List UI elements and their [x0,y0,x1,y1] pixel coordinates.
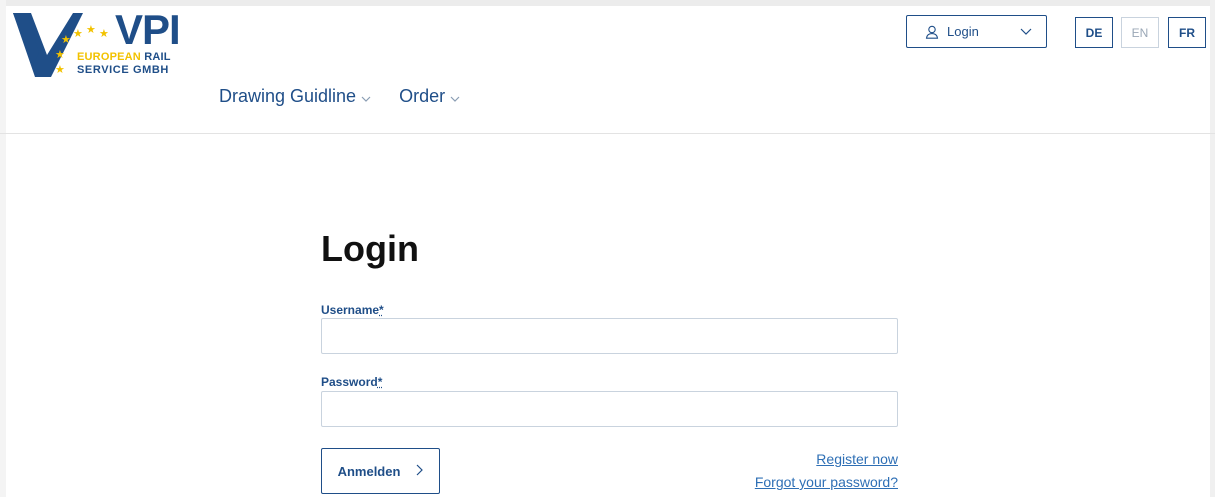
chevron-down-icon [1020,28,1032,35]
nav-item-order[interactable]: Order [399,86,460,107]
username-input[interactable] [321,318,898,354]
anmelden-button[interactable]: Anmelden [321,448,440,494]
logo-star-icon: ★ [61,34,71,46]
logo-star-icon: ★ [86,24,96,36]
login-dropdown-label: Login [947,24,979,39]
logo-tagline-line1: EUROPEAN RAIL [77,51,171,63]
main-nav: Drawing Guidline Order [219,86,460,107]
site-header: ★ ★ ★ ★ ★ ★ VPI EUROPEAN RAIL SERVICE GM… [0,0,1215,134]
logo-tagline-line2: SERVICE GMBH [77,64,169,76]
chevron-down-icon [450,86,460,107]
logo-mark-icon [13,13,83,77]
password-label: Password* [321,375,383,389]
nav-item-label: Drawing Guidline [219,86,357,106]
logo-star-icon: ★ [55,64,65,76]
chevron-down-icon [361,86,371,107]
page-title: Login [321,228,419,269]
register-now-link[interactable]: Register now [816,451,898,467]
required-marker: * [379,303,384,317]
vpi-logo[interactable]: ★ ★ ★ ★ ★ ★ VPI EUROPEAN RAIL SERVICE GM… [13,9,193,79]
login-dropdown-button[interactable]: Login [906,15,1047,48]
language-button-en: EN [1121,17,1159,48]
logo-star-icon: ★ [55,49,65,61]
logo-star-icon: ★ [73,28,83,40]
nav-item-drawing-guideline[interactable]: Drawing Guidline [219,86,371,107]
nav-item-label: Order [399,86,446,106]
password-input[interactable] [321,391,898,427]
forgot-password-link[interactable]: Forgot your password? [755,474,898,490]
language-button-fr[interactable]: FR [1168,17,1206,48]
username-label: Username* [321,303,384,317]
user-icon [925,25,939,39]
required-marker: * [377,375,383,389]
submit-label: Anmelden [337,463,401,479]
logo-wordmark: VPI [115,6,181,53]
chevron-right-icon [416,464,424,479]
language-button-de[interactable]: DE [1075,17,1113,48]
logo-star-icon: ★ [99,28,109,40]
